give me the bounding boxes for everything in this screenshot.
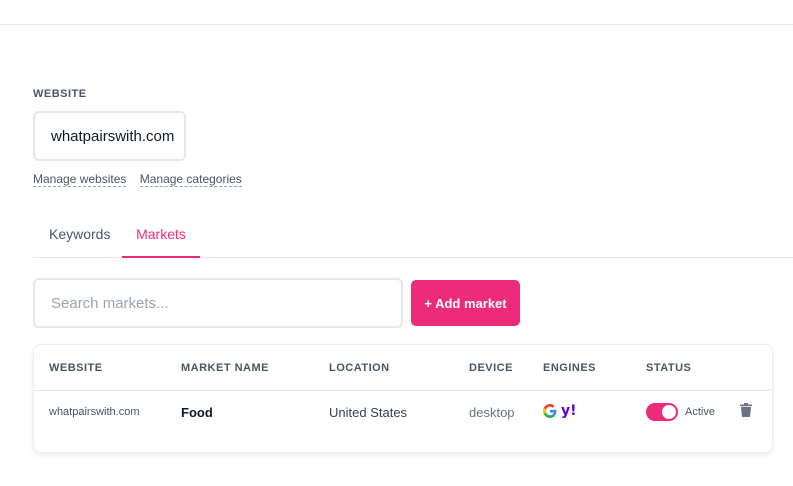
website-links: Manage websites Manage categories [33, 172, 252, 187]
row-market-name[interactable]: Food [181, 405, 213, 420]
row-website: whatpairswith.com [49, 406, 140, 418]
row-device: desktop [469, 405, 515, 420]
header-website: WEBSITE [49, 362, 103, 374]
trash-icon[interactable] [740, 403, 752, 417]
tab-bar: Keywords Markets [33, 216, 793, 258]
row-engines: y! [543, 404, 577, 418]
status-toggle[interactable] [646, 403, 678, 421]
header-divider [0, 24, 793, 25]
header-location: LOCATION [329, 362, 390, 374]
website-selected-value: whatpairswith.com [51, 128, 175, 145]
yahoo-icon: y! [561, 403, 577, 419]
toggle-knob [662, 405, 676, 419]
header-device: DEVICE [469, 362, 513, 374]
row-location: United States [329, 405, 408, 420]
tab-keywords[interactable]: Keywords [49, 226, 110, 258]
website-selector[interactable]: whatpairswith.com [33, 111, 186, 161]
header-status: STATUS [646, 362, 692, 374]
row-status: Active [646, 403, 715, 421]
manage-categories-link[interactable]: Manage categories [139, 172, 242, 187]
google-icon [543, 404, 557, 418]
markets-table: WEBSITE MARKET NAME LOCATION DEVICE ENGI… [33, 344, 773, 453]
tab-markets[interactable]: Markets [122, 226, 200, 258]
status-label: Active [685, 406, 715, 418]
website-label: WEBSITE [33, 88, 87, 100]
header-market-name: MARKET NAME [181, 362, 269, 374]
add-market-button[interactable]: + Add market [411, 280, 520, 326]
search-markets-input[interactable] [33, 278, 403, 328]
header-engines: ENGINES [543, 362, 597, 374]
table-header: WEBSITE MARKET NAME LOCATION DEVICE ENGI… [34, 345, 772, 391]
manage-websites-link[interactable]: Manage websites [33, 172, 127, 187]
